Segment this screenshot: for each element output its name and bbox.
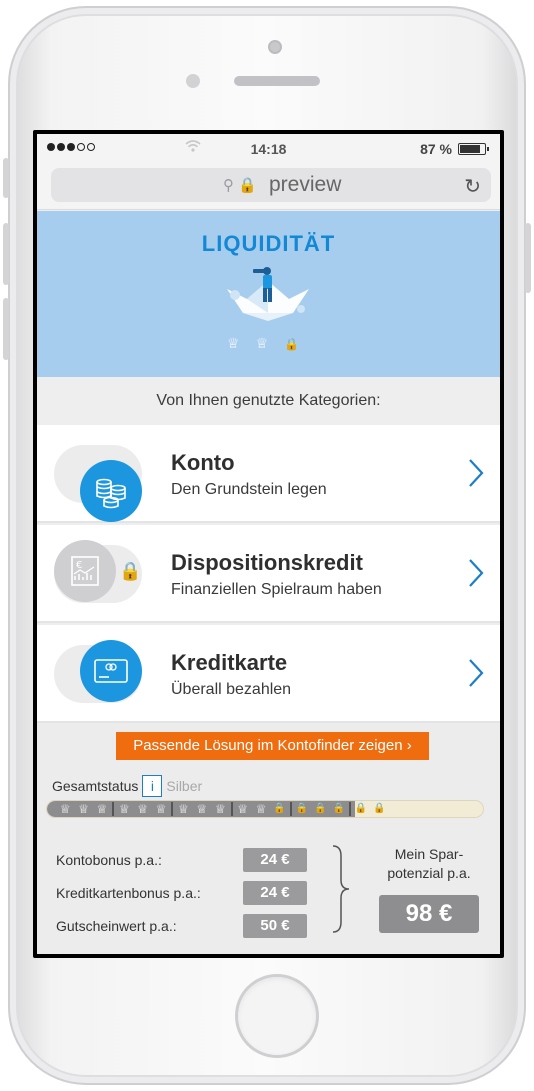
- progress-icons: ♕ ♕ ♕ ♕ ♕ ♕ ♕ ♕ ♕ ♕ ♕ 🔒 🔒 🔒 🔒 🔒 🔒: [47, 801, 483, 817]
- category-title: Konto: [171, 450, 235, 475]
- lock-icon: 🔒: [314, 803, 327, 814]
- kontofinder-button[interactable]: Passende Lösung im Kontofinder zeigen ›: [116, 732, 429, 760]
- info-icon[interactable]: i: [142, 775, 163, 797]
- sparpotenzial-value: 98 €: [379, 895, 479, 933]
- status-bar: 14:18 87 %: [37, 134, 500, 162]
- reload-icon[interactable]: ↻: [464, 174, 481, 199]
- hero-title: LIQUIDITÄT: [201, 231, 336, 256]
- screen: 14:18 87 % ⚲ 🔒 preview ↻ LIQUIDITÄT ♕ ♕ …: [33, 130, 504, 958]
- savings-panel: Passende Lösung im Kontofinder zeigen › …: [37, 723, 500, 954]
- search-lock-icon: ⚲ 🔒: [223, 177, 257, 194]
- earpiece-speaker: [234, 76, 320, 86]
- volume-up-button: [3, 223, 9, 285]
- front-camera: [268, 40, 282, 54]
- sparpotenzial-label-line: potenzial p.a.: [387, 865, 471, 881]
- gesamtstatus-value: Silber: [166, 778, 203, 794]
- brace-icon: [332, 845, 350, 933]
- category-title: Dispositionskredit: [171, 550, 363, 575]
- level-separator: [348, 802, 351, 816]
- lock-icon: 🔒: [284, 336, 300, 351]
- crown-icon: ♕: [59, 802, 71, 816]
- lock-icon: 🔒: [119, 561, 142, 581]
- svg-text:€: €: [76, 560, 82, 571]
- category-title: Kreditkarte: [171, 650, 288, 675]
- chevron-right-icon[interactable]: [468, 658, 484, 688]
- bonus-value: 24 €: [243, 881, 307, 905]
- power-button: [525, 223, 531, 293]
- chevron-right-icon[interactable]: [468, 558, 484, 588]
- categories-heading: Von Ihnen genutzte Kategorien:: [37, 377, 500, 425]
- category-subtitle: Finanziellen Spielraum haben: [171, 581, 382, 598]
- crown-icon: ♕: [137, 802, 149, 816]
- crown-icon: ♕: [214, 802, 226, 816]
- bonus-label: Kreditkartenbonus p.a.:: [56, 885, 201, 901]
- url-text: preview: [269, 173, 342, 196]
- screen-content: 14:18 87 % ⚲ 🔒 preview ↻ LIQUIDITÄT ♕ ♕ …: [37, 134, 500, 954]
- crown-icon: ♕: [255, 802, 267, 816]
- crown-icon: ♕: [96, 802, 108, 816]
- lock-icon: 🔒: [273, 803, 286, 814]
- coins-icon: [80, 460, 142, 522]
- gesamtstatus-row: Gesamtstatus i Silber: [52, 775, 202, 797]
- lock-icon: 🔒: [332, 803, 345, 814]
- bonus-label: Gutscheinwert p.a.:: [56, 918, 177, 934]
- level-separator: [289, 802, 292, 816]
- gesamtstatus-label: Gesamtstatus: [52, 778, 139, 794]
- paper-boat-lookout-icon: [227, 267, 309, 321]
- credit-card-icon: [80, 640, 142, 702]
- euro-chart-icon: €: [54, 540, 116, 602]
- bonus-value: 24 €: [243, 848, 307, 872]
- level-separator: [171, 802, 174, 816]
- lock-icon: 🔒: [295, 803, 309, 814]
- crown-icon: ♕: [118, 802, 130, 816]
- crown-icon: ♕: [155, 802, 167, 816]
- crown-icon: ♕: [237, 802, 249, 816]
- crown-icon: ♕: [255, 335, 269, 351]
- liquidity-hero: LIQUIDITÄT ♕ ♕ 🔒: [37, 211, 500, 377]
- sparpotenzial-label-line: Mein Spar-: [394, 846, 464, 862]
- bonus-value: 50 €: [243, 914, 307, 938]
- category-kreditkarte[interactable]: Kreditkarte Überall bezahlen: [37, 625, 500, 723]
- crown-icon: ♕: [178, 802, 189, 816]
- category-subtitle: Den Grundstein legen: [171, 481, 327, 498]
- level-separator: [230, 802, 233, 816]
- bonus-label: Kontobonus p.a.:: [56, 852, 162, 868]
- crown-icon: ♕: [78, 802, 89, 816]
- sparpotenzial-label: Mein Spar- potenzial p.a.: [373, 845, 485, 883]
- proximity-sensor: [186, 74, 200, 88]
- battery-icon: [458, 143, 489, 155]
- category-dispositionskredit[interactable]: € 🔒 Dispositionskredit Finanziellen Spie…: [37, 525, 500, 623]
- status-progress-bar: ♕ ♕ ♕ ♕ ♕ ♕ ♕ ♕ ♕ ♕ ♕ 🔒 🔒 🔒 🔒 🔒 🔒: [46, 800, 484, 818]
- level-separator: [112, 802, 115, 816]
- battery-percentage: 87 %: [420, 141, 452, 157]
- mute-switch: [3, 158, 9, 198]
- crown-icon: ♕: [196, 802, 208, 816]
- browser-toolbar: ⚲ 🔒 preview ↻: [37, 162, 500, 210]
- lock-icon: 🔒: [354, 803, 368, 814]
- home-button[interactable]: [235, 974, 319, 1058]
- chevron-right-icon[interactable]: [468, 458, 484, 488]
- category-konto[interactable]: Konto Den Grundstein legen: [37, 425, 500, 523]
- volume-down-button: [3, 298, 9, 360]
- crown-icon: ♕: [227, 335, 240, 351]
- category-subtitle: Überall bezahlen: [171, 681, 292, 698]
- address-bar[interactable]: ⚲ 🔒 preview ↻: [51, 168, 491, 202]
- lock-icon: 🔒: [373, 803, 386, 814]
- hero-level-indicator: ♕ ♕ 🔒: [227, 335, 299, 352]
